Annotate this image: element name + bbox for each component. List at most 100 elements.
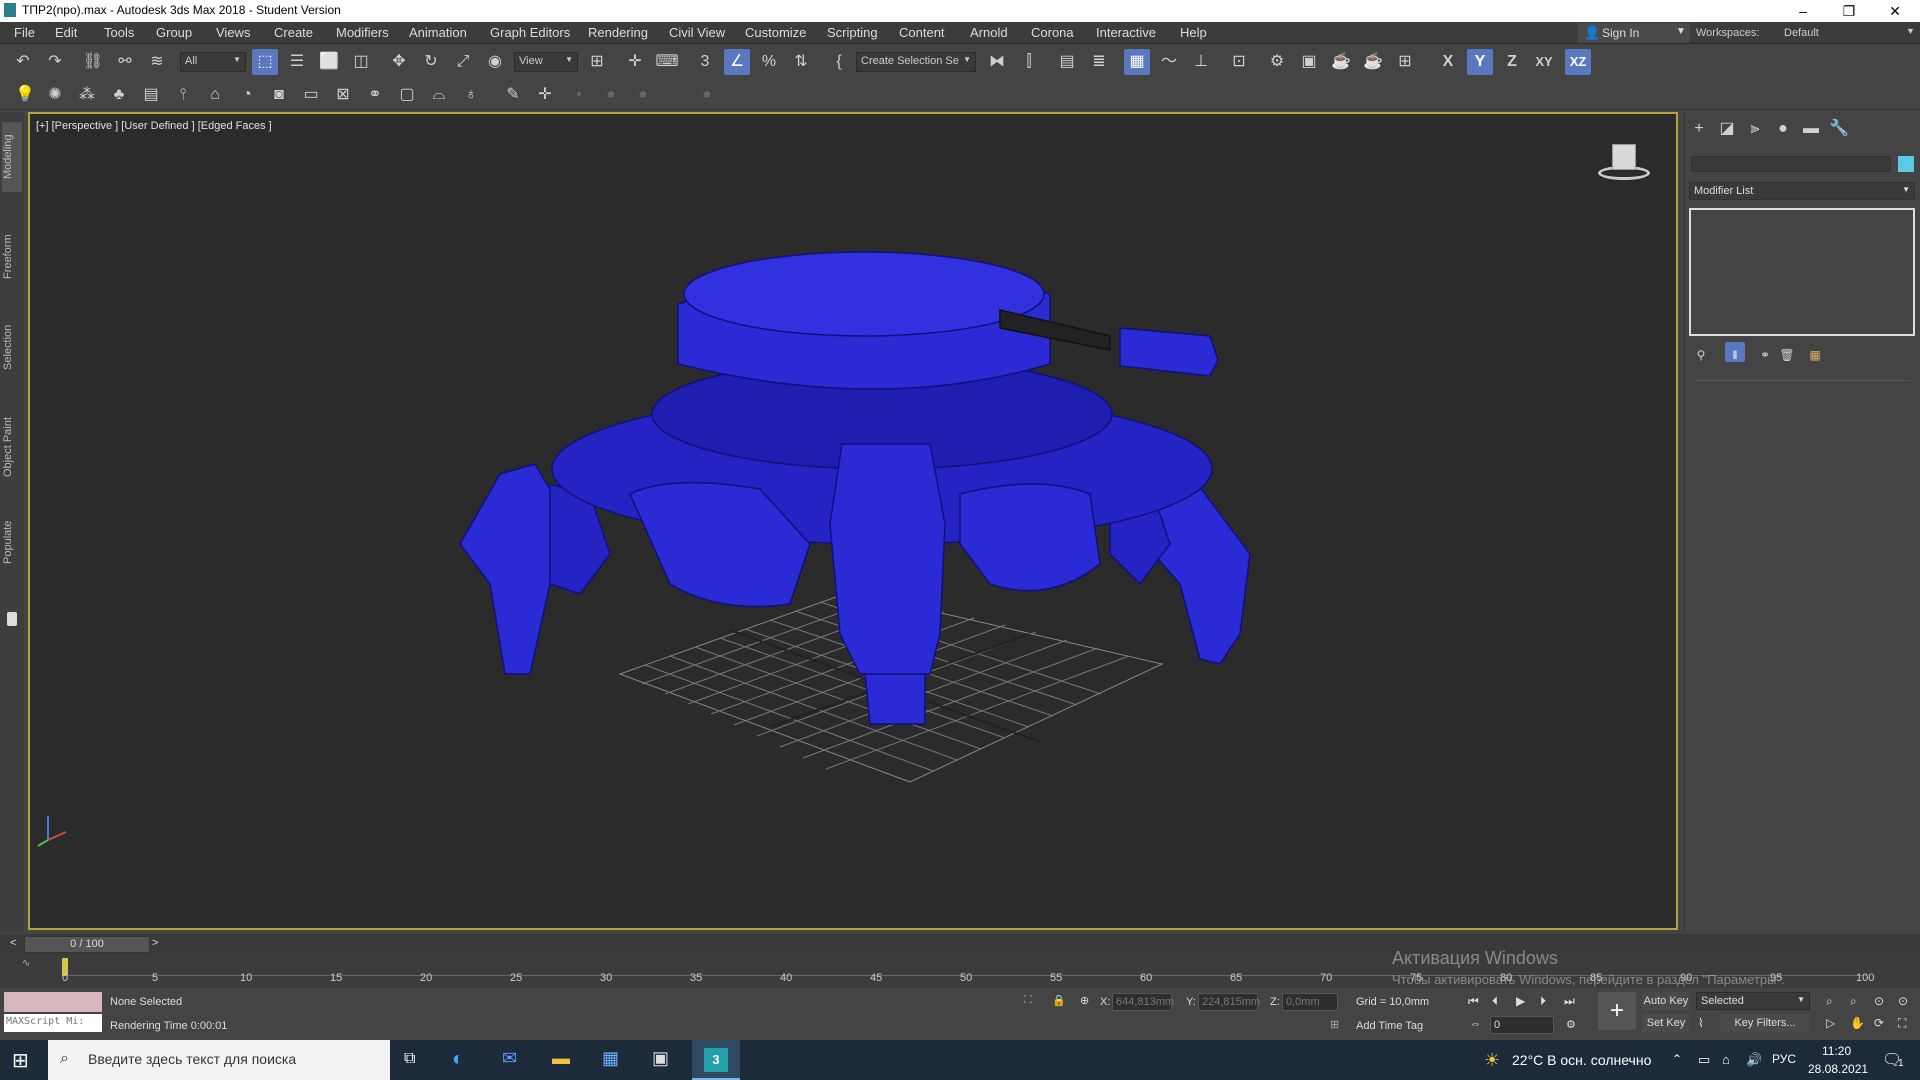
link-icon[interactable]: ⛓ (80, 49, 106, 75)
curve-editor-mini-icon[interactable]: ∿ (22, 958, 30, 969)
object-color-swatch[interactable] (1898, 156, 1914, 172)
menu-civil-view[interactable]: Civil View (669, 25, 725, 40)
weather-icon[interactable]: ☀ (1484, 1050, 1500, 1071)
render-iterative-icon[interactable]: ☕ (1360, 49, 1386, 75)
frame-icon[interactable]: ⌂ (202, 82, 228, 108)
menu-create[interactable]: Create (274, 25, 313, 40)
make-unique-icon[interactable]: ⚭ (1755, 342, 1775, 362)
remove-modifier-icon[interactable]: 🗑 (1777, 342, 1797, 362)
render-setup-icon[interactable]: ⚙ (1264, 49, 1290, 75)
minimize-icon[interactable]: – (1780, 0, 1826, 22)
menu-modifiers[interactable]: Modifiers (336, 25, 389, 40)
bind-spacewarp-icon[interactable]: ≋ (144, 49, 170, 75)
menu-animation[interactable]: Animation (409, 25, 467, 40)
clock-date[interactable]: 28.08.2021 (1808, 1062, 1868, 1076)
undo-icon[interactable]: ↶ (10, 49, 36, 75)
goto-start-icon[interactable]: ⏮ (1468, 994, 1479, 1009)
zoom-extents-icon[interactable]: ⊙ (1874, 994, 1884, 1008)
task-view-icon[interactable]: ⧉ (404, 1050, 415, 1068)
rect-selection-icon[interactable]: ⬜ (316, 49, 342, 75)
store-icon[interactable]: ▣ (652, 1048, 669, 1069)
angle-snap-icon[interactable]: ∠ (724, 49, 750, 75)
display-tab-icon[interactable]: ▬ (1799, 116, 1823, 140)
object-name-field[interactable] (1691, 156, 1891, 172)
play-icon[interactable]: ▶ (1516, 994, 1525, 1008)
selection-set-dropdown[interactable]: Create Selection Se ▼ (856, 52, 976, 72)
language-indicator[interactable]: РУС (1772, 1052, 1796, 1066)
move-icon[interactable]: ✥ (386, 49, 412, 75)
auto-key-button[interactable]: Auto Key (1642, 992, 1690, 1010)
curve-editor-icon[interactable]: 〜 (1156, 49, 1182, 75)
time-config-icon[interactable]: ⚙ (1566, 1018, 1576, 1031)
particle-icon[interactable]: ⁂ (74, 82, 100, 108)
bulb-icon[interactable]: ♁ (458, 82, 484, 108)
create-tab-icon[interactable]: + (1687, 116, 1711, 140)
ribbon-toggle-icon[interactable]: ▦ (1124, 49, 1150, 75)
axis-xy-button[interactable]: XY (1531, 49, 1557, 75)
rendered-frame-icon[interactable]: ▣ (1296, 49, 1322, 75)
prev-key-icon[interactable]: ⏴ (1492, 994, 1498, 1009)
mirror-icon[interactable]: ⧓ (984, 49, 1010, 75)
menu-interactive[interactable]: Interactive (1096, 25, 1156, 40)
align-icon[interactable]: ⫿ (1016, 49, 1042, 75)
render-cloud-icon[interactable]: ⊞ (1392, 49, 1418, 75)
current-frame-field[interactable]: 0 (1490, 1016, 1554, 1034)
tab-selection[interactable]: Selection (2, 312, 22, 382)
select-by-name-icon[interactable]: ☰ (284, 49, 310, 75)
set-key-button[interactable]: Set Key (1642, 1014, 1690, 1032)
tab-populate[interactable]: Populate (2, 507, 22, 577)
menu-customize[interactable]: Customize (745, 25, 806, 40)
volume-icon[interactable]: 🔊 (1746, 1052, 1762, 1068)
taskbar-3dsmax-button[interactable]: 3 (692, 1040, 740, 1080)
ribbon-toggle-handle[interactable] (7, 612, 17, 626)
tray-chevron-icon[interactable]: ⌃ (1672, 1052, 1682, 1066)
key-filters-button[interactable]: Key Filters... (1720, 1014, 1810, 1032)
zoom-all-icon[interactable]: ⌕ (1850, 994, 1857, 1009)
viewcube[interactable] (1588, 134, 1658, 184)
menu-graph-editors[interactable]: Graph Editors (490, 25, 570, 40)
list-icon[interactable]: ▤ (138, 82, 164, 108)
sun-icon[interactable]: ✺ (42, 82, 68, 108)
fov-icon[interactable]: ▷ (1826, 1016, 1835, 1030)
show-end-result-icon[interactable]: ‖ (1725, 342, 1745, 362)
set-key-big-button[interactable]: + (1598, 992, 1636, 1030)
teapot-render-icon[interactable]: ⌓ (426, 82, 452, 108)
modifier-list-dropdown[interactable]: Modifier List ▼ (1689, 182, 1915, 200)
axis-y-button[interactable]: Y (1467, 49, 1493, 75)
x-coordinate-field[interactable]: 644,813mm (1112, 993, 1174, 1011)
modifier-stack[interactable] (1689, 208, 1915, 336)
add-time-tag-button[interactable]: Add Time Tag (1356, 1020, 1423, 1032)
isolate-icon[interactable]: ⛶ (1024, 994, 1032, 1007)
menu-arnold[interactable]: Arnold (970, 25, 1008, 40)
pencil-icon[interactable]: ✎ (500, 82, 526, 108)
group-icon[interactable]: ⚭ (362, 82, 388, 108)
transform-icon[interactable]: ⊠ (330, 82, 356, 108)
next-key-icon[interactable]: ⏵ (1540, 994, 1546, 1009)
axis-x-button[interactable]: X (1435, 49, 1461, 75)
clock-time[interactable]: 11:20 (1822, 1044, 1851, 1058)
ref-coord-dropdown[interactable]: View ▼ (514, 52, 578, 72)
orbit-icon[interactable]: ⟳ (1874, 1016, 1884, 1030)
y-coordinate-field[interactable]: 224,815mm (1198, 993, 1260, 1011)
menu-tools[interactable]: Tools (104, 25, 134, 40)
place-icon[interactable]: ◉ (482, 49, 508, 75)
layer-explorer-icon[interactable]: ≣ (1086, 49, 1112, 75)
pin-icon[interactable]: ✛ (532, 82, 558, 108)
pivot-center-icon[interactable]: ⊞ (584, 49, 610, 75)
menu-file[interactable]: File (14, 25, 35, 40)
material-editor-icon[interactable]: ⊡ (1226, 49, 1252, 75)
select-object-icon[interactable]: ⬚ (252, 49, 278, 75)
percent-snap-icon[interactable]: % (756, 49, 782, 75)
redo-icon[interactable]: ↷ (42, 49, 68, 75)
motion-tab-icon[interactable]: ● (1771, 116, 1795, 140)
zoom-icon[interactable]: ⌕ (1826, 994, 1833, 1009)
network-icon[interactable]: ⌂ (1722, 1052, 1730, 1067)
prev-frame-icon[interactable]: < (10, 937, 16, 949)
box-icon[interactable]: ▢ (394, 82, 420, 108)
time-slider[interactable]: 0 / 100 (24, 936, 150, 953)
tab-modeling[interactable]: Modeling (2, 122, 22, 192)
scene-explorer-icon[interactable]: ▤ (1054, 49, 1080, 75)
key-mode-icon[interactable]: ⇔ (1470, 1018, 1481, 1030)
keyboard-shortcut-icon[interactable]: ⌨ (654, 49, 680, 75)
maximize-viewport-icon[interactable]: ⛶ (1898, 1016, 1906, 1031)
